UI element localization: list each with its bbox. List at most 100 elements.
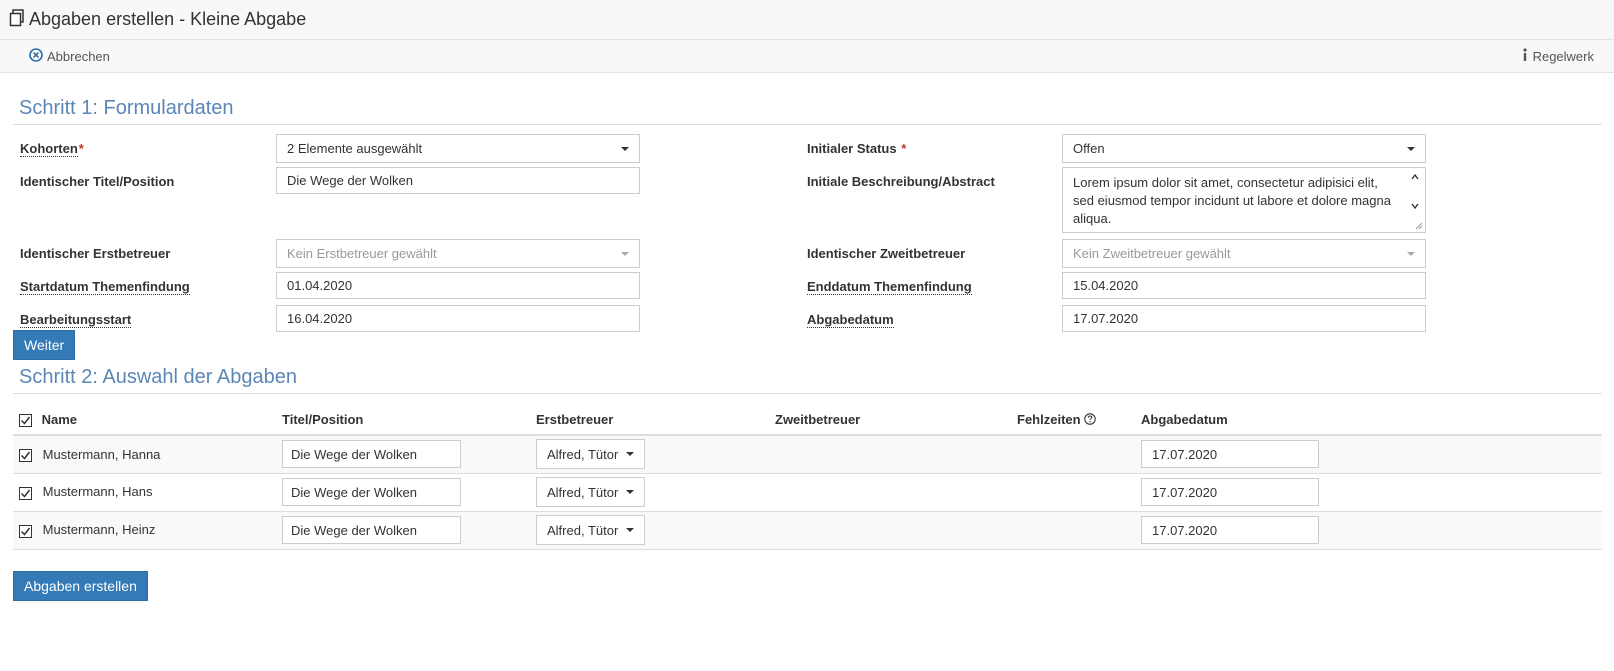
cell-titel: Die Wege der Wolken bbox=[282, 473, 536, 512]
erstbetreuer-select[interactable]: Kein Erstbetreuer gewählt bbox=[276, 239, 640, 268]
cell-erstbetreuer: Alfred, Tütor bbox=[536, 511, 775, 550]
bearbeitungsstart-input[interactable]: 16.04.2020 bbox=[276, 305, 640, 332]
titel-input[interactable]: Die Wege der Wolken bbox=[276, 167, 640, 194]
cell-fehlzeiten bbox=[1017, 473, 1141, 512]
info-icon bbox=[1521, 47, 1533, 65]
column-name-label: Name bbox=[41, 411, 78, 427]
row-erstbetreuer-dropdown[interactable]: Alfred, Tütor bbox=[536, 515, 646, 545]
scroll-down-icon[interactable] bbox=[1411, 202, 1419, 210]
cell-zweitbetreuer bbox=[775, 473, 1017, 512]
row-titel-input[interactable]: Die Wege der Wolken bbox=[282, 516, 461, 544]
rules-button[interactable]: Regelwerk bbox=[1521, 47, 1594, 65]
cell-abgabedatum: 17.07.2020 bbox=[1141, 473, 1602, 512]
cell-name: Mustermann, Hanna bbox=[13, 435, 282, 474]
abgabedatum-input[interactable]: 17.07.2020 bbox=[1062, 305, 1426, 332]
scroll-up-icon[interactable] bbox=[1411, 173, 1419, 181]
cell-erstbetreuer: Alfred, Tütor bbox=[536, 435, 775, 474]
cell-name: Mustermann, Heinz bbox=[13, 511, 282, 550]
resize-grip-icon[interactable] bbox=[1415, 222, 1423, 230]
row-erstbetreuer-value: Alfred, Tütor bbox=[547, 522, 619, 538]
erstbetreuer-label: Identischer Erstbetreuer bbox=[20, 246, 171, 261]
status-select[interactable]: Offen bbox=[1062, 134, 1426, 163]
caret-down-icon bbox=[1407, 251, 1415, 256]
caret-down-icon bbox=[626, 528, 635, 532]
cell-titel: Die Wege der Wolken bbox=[282, 435, 536, 474]
cell-erstbetreuer: Alfred, Tütor bbox=[536, 473, 775, 512]
next-button[interactable]: Weiter bbox=[13, 330, 76, 360]
cell-abgabedatum: 17.07.2020 bbox=[1141, 511, 1602, 550]
step2-title: Schritt 2: Auswahl der Abgaben bbox=[13, 366, 1602, 394]
row-erstbetreuer-dropdown[interactable]: Alfred, Tütor bbox=[536, 477, 646, 507]
rules-label: Regelwerk bbox=[1532, 48, 1594, 64]
cell-abgabedatum: 17.07.2020 bbox=[1141, 435, 1602, 474]
close-circle-icon bbox=[29, 47, 47, 65]
row-abgabedatum-input[interactable]: 17.07.2020 bbox=[1141, 516, 1319, 544]
cell-name: Mustermann, Hans bbox=[13, 473, 282, 512]
create-submissions-button[interactable]: Abgaben erstellen bbox=[13, 570, 148, 601]
page-title: Abgaben erstellen - Kleine Abgabe bbox=[29, 9, 307, 29]
main-content: Schritt 1: Formulardaten Kohorten* 2 Ele… bbox=[0, 97, 1614, 601]
caret-down-icon bbox=[1407, 146, 1415, 151]
row-erstbetreuer-value: Alfred, Tütor bbox=[547, 446, 619, 462]
caret-down-icon bbox=[621, 251, 629, 256]
caret-down-icon bbox=[626, 452, 635, 457]
kohorten-value: 2 Elemente ausgewählt bbox=[287, 141, 423, 156]
column-titel: Titel/Position bbox=[282, 405, 536, 436]
table-header-row: Name Titel/Position Erstbetreuer Zweitbe… bbox=[13, 405, 1602, 436]
cancel-label: Abbrechen bbox=[47, 48, 110, 64]
row-titel-input[interactable]: Die Wege der Wolken bbox=[282, 440, 461, 469]
row-checkbox[interactable] bbox=[19, 448, 32, 462]
bearbeitungsstart-label: Bearbeitungsstart bbox=[20, 312, 132, 328]
erstbetreuer-value: Kein Erstbetreuer gewählt bbox=[287, 246, 437, 261]
row-checkbox[interactable] bbox=[19, 486, 32, 500]
beschreibung-textarea[interactable]: Lorem ipsum dolor sit amet, consectetur … bbox=[1062, 167, 1426, 233]
column-zweitbetreuer: Zweitbetreuer bbox=[775, 405, 1017, 436]
help-circle-icon[interactable] bbox=[1084, 413, 1096, 425]
zweitbetreuer-value: Kein Zweitbetreuer gewählt bbox=[1073, 246, 1231, 261]
column-name: Name bbox=[13, 405, 282, 436]
startdatum-label: Startdatum Themenfindung bbox=[20, 279, 190, 295]
cell-zweitbetreuer bbox=[775, 511, 1017, 550]
row-name: Mustermann, Hanna bbox=[42, 446, 161, 462]
status-value: Offen bbox=[1073, 141, 1105, 156]
row-name: Mustermann, Hans bbox=[42, 484, 153, 500]
row-name: Mustermann, Heinz bbox=[42, 522, 156, 538]
column-erstbetreuer: Erstbetreuer bbox=[536, 405, 775, 436]
cell-fehlzeiten bbox=[1017, 435, 1141, 474]
caret-down-icon bbox=[621, 146, 629, 151]
status-label: Initialer Status * bbox=[807, 141, 907, 156]
cell-zweitbetreuer bbox=[775, 435, 1017, 474]
submissions-table: Name Titel/Position Erstbetreuer Zweitbe… bbox=[13, 405, 1602, 550]
window-titlebar: Abgaben erstellen - Kleine Abgabe bbox=[0, 0, 1614, 40]
table-row: Mustermann, Hanna Die Wege der Wolken Al… bbox=[13, 435, 1602, 474]
row-erstbetreuer-dropdown[interactable]: Alfred, Tütor bbox=[536, 439, 646, 470]
enddatum-label: Enddatum Themenfindung bbox=[807, 279, 972, 295]
row-checkbox[interactable] bbox=[19, 524, 32, 538]
kohorten-label: Kohorten* bbox=[20, 141, 84, 157]
toolbar: Abbrechen Regelwerk bbox=[0, 40, 1614, 73]
row-titel-input[interactable]: Die Wege der Wolken bbox=[282, 478, 461, 506]
cancel-button[interactable]: Abbrechen bbox=[29, 47, 110, 65]
step1-title: Schritt 1: Formulardaten bbox=[13, 97, 1602, 125]
row-abgabedatum-input[interactable]: 17.07.2020 bbox=[1141, 478, 1319, 506]
cell-titel: Die Wege der Wolken bbox=[282, 511, 536, 550]
table-row: Mustermann, Hans Die Wege der Wolken Alf… bbox=[13, 473, 1602, 512]
beschreibung-label: Initiale Beschreibung/Abstract bbox=[807, 174, 995, 189]
kohorten-select[interactable]: 2 Elemente ausgewählt bbox=[276, 134, 640, 163]
column-abgabedatum: Abgabedatum bbox=[1141, 405, 1602, 436]
table-row: Mustermann, Heinz Die Wege der Wolken Al… bbox=[13, 511, 1602, 550]
row-abgabedatum-input[interactable]: 17.07.2020 bbox=[1141, 440, 1319, 469]
beschreibung-value: Lorem ipsum dolor sit amet, consectetur … bbox=[1073, 175, 1391, 226]
select-all-checkbox[interactable] bbox=[19, 414, 32, 428]
zweitbetreuer-select[interactable]: Kein Zweitbetreuer gewählt bbox=[1062, 239, 1426, 268]
step1-form: Kohorten* 2 Elemente ausgewählt Initiale… bbox=[13, 125, 1602, 360]
row-erstbetreuer-value: Alfred, Tütor bbox=[547, 484, 619, 500]
abgabedatum-label: Abgabedatum bbox=[807, 312, 894, 328]
copy-icon bbox=[9, 9, 25, 30]
zweitbetreuer-label: Identischer Zweitbetreuer bbox=[807, 246, 966, 261]
column-fehlzeiten: Fehlzeiten bbox=[1017, 405, 1141, 436]
enddatum-input[interactable]: 15.04.2020 bbox=[1062, 272, 1426, 299]
cell-fehlzeiten bbox=[1017, 511, 1141, 550]
startdatum-input[interactable]: 01.04.2020 bbox=[276, 272, 640, 299]
column-fehlzeiten-label: Fehlzeiten bbox=[1017, 412, 1081, 427]
